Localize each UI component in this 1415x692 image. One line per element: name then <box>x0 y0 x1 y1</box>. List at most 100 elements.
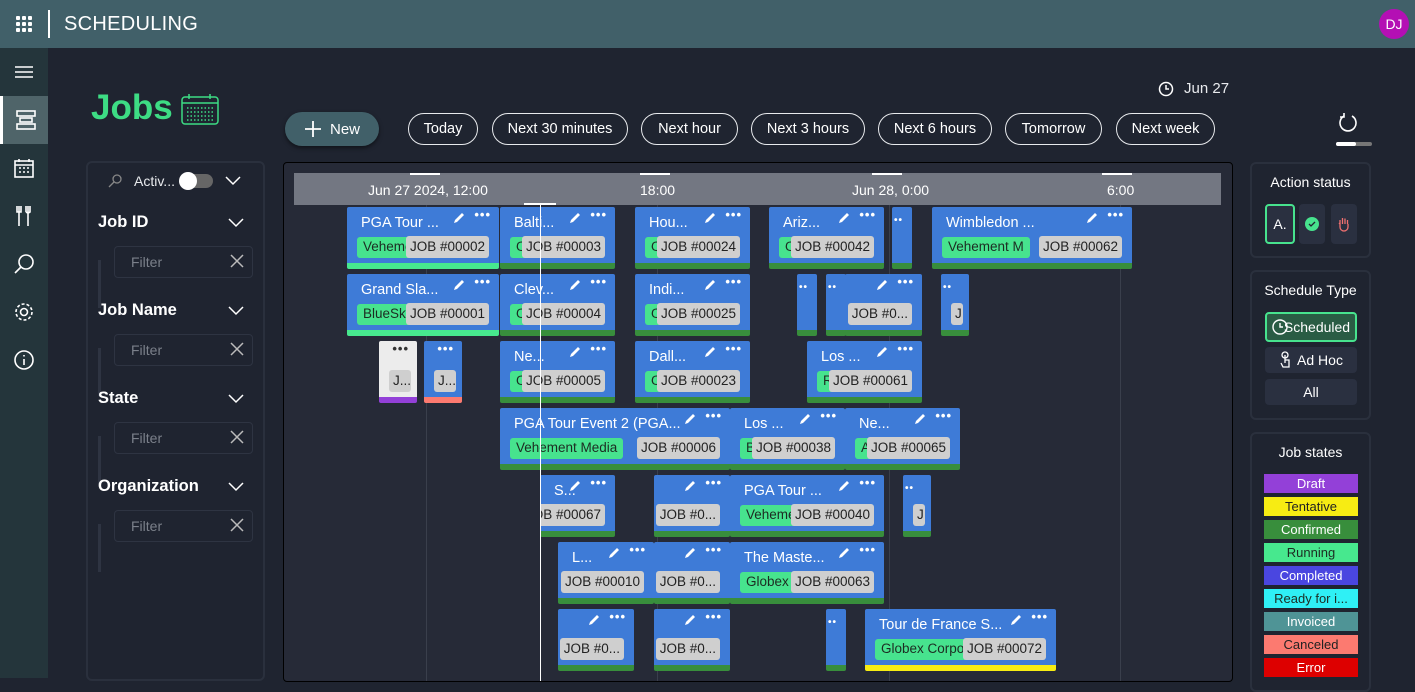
edit-icon[interactable] <box>568 278 582 292</box>
more-icon[interactable]: •• <box>828 617 837 628</box>
job-card[interactable]: Ariz...•••OcJOB #00042 <box>769 207 884 269</box>
rail-info-button[interactable] <box>0 336 48 384</box>
rail-search-button[interactable] <box>0 240 48 288</box>
state-legend-running[interactable]: Running <box>1264 543 1358 562</box>
more-icon[interactable]: ••• <box>609 609 626 624</box>
job-id-filter-input[interactable]: Filter <box>114 246 253 278</box>
job-card[interactable]: Wimbledon ... ••• Vehement M JOB #00062 <box>932 207 1132 269</box>
edit-icon[interactable] <box>798 412 812 426</box>
job-card[interactable]: Dall...•••OcJOB #00023 <box>635 341 750 403</box>
edit-icon[interactable] <box>913 412 927 426</box>
job-card[interactable]: PGA Tour ...•••Vehement MediaJOB #00002 <box>347 207 499 269</box>
state-legend-error[interactable]: Error <box>1264 658 1358 677</box>
more-icon[interactable]: •• <box>905 483 914 494</box>
job-card[interactable]: ••• JOB #0... <box>654 475 730 537</box>
more-icon[interactable]: ••• <box>897 274 914 289</box>
chevron-down-icon[interactable] <box>225 176 241 186</box>
edit-icon[interactable] <box>837 479 851 493</box>
action-status-ok-button[interactable] <box>1299 204 1325 244</box>
edit-icon[interactable] <box>683 412 697 426</box>
more-icon[interactable]: ••• <box>859 475 876 490</box>
edit-icon[interactable] <box>875 345 889 359</box>
job-card[interactable]: Hou...•••OcJOB #00024 <box>635 207 750 269</box>
edit-icon[interactable] <box>568 479 582 493</box>
state-legend-canceled[interactable]: Canceled <box>1264 635 1358 654</box>
more-icon[interactable]: •• <box>943 282 952 293</box>
job-card[interactable]: Clev...•••OcJOB #00004 <box>500 274 615 336</box>
more-icon[interactable]: ••• <box>859 207 876 222</box>
job-card[interactable]: Los ...•••BluJOB #00038 <box>730 408 845 470</box>
refresh-icon[interactable] <box>1337 112 1359 134</box>
job-card[interactable]: L... ••• JOB #00010 <box>558 542 654 604</box>
rail-tools-button[interactable] <box>0 192 48 240</box>
edit-icon[interactable] <box>452 211 466 225</box>
action-status-stop-button[interactable] <box>1331 204 1357 244</box>
organization-filter-input[interactable]: Filter <box>114 510 253 542</box>
timeline[interactable]: Jun 27 2024, 12:00 18:00 Jun 28, 0:00 6:… <box>283 162 1233 682</box>
state-legend-ready-for-i-[interactable]: Ready for i... <box>1264 589 1358 608</box>
edit-icon[interactable] <box>683 479 697 493</box>
quick-range-today[interactable]: Today <box>408 113 478 145</box>
more-icon[interactable]: •• <box>828 282 837 293</box>
active-toggle[interactable] <box>178 172 213 190</box>
chevron-down-icon[interactable] <box>228 482 244 492</box>
chevron-down-icon[interactable] <box>228 394 244 404</box>
more-icon[interactable]: ••• <box>1107 207 1124 222</box>
job-name-filter-input[interactable]: Filter <box>114 334 253 366</box>
clear-icon[interactable] <box>230 430 244 444</box>
state-legend-tentative[interactable]: Tentative <box>1264 497 1358 516</box>
more-icon[interactable]: •• <box>894 215 903 226</box>
state-legend-invoiced[interactable]: Invoiced <box>1264 612 1358 631</box>
schedule-type-scheduled[interactable]: Scheduled <box>1265 312 1357 342</box>
quick-range-next-3-hours[interactable]: Next 3 hours <box>751 113 865 145</box>
more-icon[interactable]: ••• <box>590 475 607 490</box>
job-card[interactable]: •• J <box>903 475 931 537</box>
job-card[interactable]: •• <box>826 609 846 671</box>
more-icon[interactable]: ••• <box>437 341 454 356</box>
job-card[interactable]: •• <box>797 274 817 336</box>
quick-range-tomorrow[interactable]: Tomorrow <box>1005 113 1102 145</box>
edit-icon[interactable] <box>568 345 582 359</box>
state-legend-confirmed[interactable]: Confirmed <box>1264 520 1358 539</box>
edit-icon[interactable] <box>607 546 621 560</box>
job-card[interactable]: PGA Tour ... ••• Vehement JOB #00040 <box>730 475 884 537</box>
job-card[interactable]: Indi...•••OcJOB #00025 <box>635 274 750 336</box>
clear-icon[interactable] <box>230 518 244 532</box>
more-icon[interactable]: ••• <box>705 609 722 624</box>
quick-range-next-hour[interactable]: Next hour <box>641 113 738 145</box>
more-icon[interactable]: ••• <box>590 274 607 289</box>
job-card[interactable]: Los ...•••ReJOB #00061 <box>807 341 922 403</box>
edit-icon[interactable] <box>1009 613 1023 627</box>
job-card[interactable]: Grand Sla... ••• BlueSky M JOB #00001 <box>347 274 499 336</box>
job-card[interactable]: Balti...•••OcJOB #00003 <box>500 207 615 269</box>
job-card[interactable]: ••• J... <box>424 341 462 403</box>
edit-icon[interactable] <box>1085 211 1099 225</box>
more-icon[interactable]: ••• <box>705 408 722 423</box>
more-icon[interactable]: ••• <box>705 475 722 490</box>
quick-range-next-30-minutes[interactable]: Next 30 minutes <box>492 113 628 145</box>
state-legend-draft[interactable]: Draft <box>1264 474 1358 493</box>
more-icon[interactable]: ••• <box>590 341 607 356</box>
more-icon[interactable]: ••• <box>859 542 876 557</box>
rail-jobs-button[interactable] <box>0 96 48 144</box>
more-icon[interactable]: ••• <box>820 408 837 423</box>
more-icon[interactable]: ••• <box>705 542 722 557</box>
more-icon[interactable]: ••• <box>935 408 952 423</box>
action-status-all-button[interactable]: A. <box>1265 204 1295 244</box>
user-avatar[interactable]: DJ <box>1379 9 1409 39</box>
job-card[interactable]: Ne...•••OcJOB #00005 <box>500 341 615 403</box>
job-card[interactable]: Tour de France S... ••• Globex Corporation… <box>865 609 1056 671</box>
more-icon[interactable]: •• <box>799 282 808 293</box>
quick-range-next-week[interactable]: Next week <box>1116 113 1215 145</box>
edit-icon[interactable] <box>452 278 466 292</box>
more-icon[interactable]: ••• <box>590 207 607 222</box>
job-card[interactable]: Ne...•••AcJOB #00065 <box>845 408 960 470</box>
more-icon[interactable]: ••• <box>474 207 491 222</box>
job-card[interactable]: •• <box>826 274 846 336</box>
more-icon[interactable]: ••• <box>897 341 914 356</box>
new-job-button[interactable]: New <box>285 112 379 146</box>
more-icon[interactable]: ••• <box>392 341 409 356</box>
job-card[interactable]: S...•••JOB #00067 <box>540 475 615 537</box>
schedule-type-adhoc[interactable]: Ad Hoc <box>1265 347 1357 373</box>
job-card[interactable]: ••• JOB #0... <box>558 609 634 671</box>
